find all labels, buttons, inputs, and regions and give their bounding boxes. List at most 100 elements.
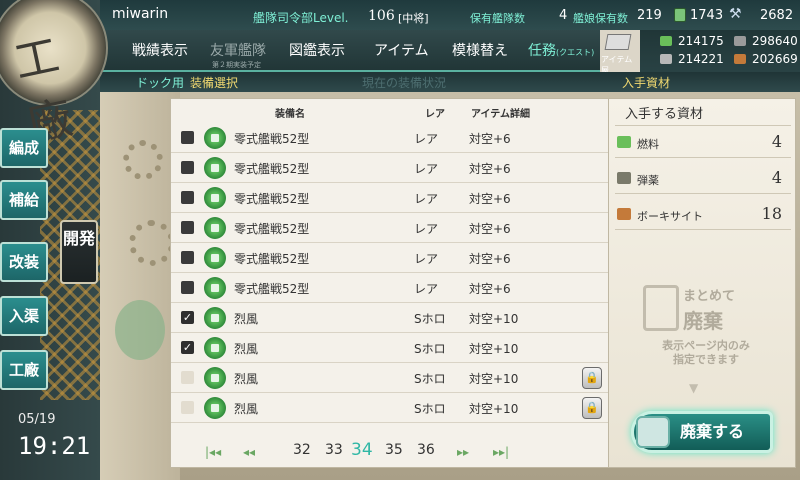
obtained-resources-panel: 入手する資材 燃料 4 弾薬 4 ボーキサイト 18 まとめて 廃棄 表示ページ… [608, 98, 796, 468]
tab-development[interactable]: 開発 [60, 220, 98, 284]
equipment-detail: 対空+6 [469, 162, 511, 176]
steel-amount: 214221 [678, 52, 724, 66]
table-row[interactable]: 零式艦戦52型 レア 対空+6 [171, 273, 611, 303]
page-number[interactable]: 33 [325, 442, 343, 458]
equipment-detail: 対空+10 [469, 342, 519, 356]
table-row[interactable]: 烈風 Sホロ 対空+10 🔒 [171, 393, 611, 423]
list-header: 装備名 レア アイテム詳細 [171, 101, 611, 121]
equipment-name: 烈風 [234, 372, 259, 386]
hq-level-value: 106 [368, 8, 395, 24]
row-checkbox[interactable] [181, 191, 194, 204]
row-checkbox[interactable]: ✓ [181, 341, 194, 354]
obtain-fuel-value: 4 [771, 132, 782, 151]
row-checkbox[interactable] [181, 131, 194, 144]
equipment-rarity: Sホロ [414, 312, 446, 326]
fairy-illustration [115, 120, 175, 420]
admiral-name: miwarin [112, 6, 169, 22]
nav-record[interactable]: 戦績表示 [132, 40, 188, 60]
table-row[interactable]: 零式艦戦52型 レア 対空+6 [171, 213, 611, 243]
col-header-rarity: レア [425, 109, 445, 120]
current-equip-label: 現在の装備状況 [362, 76, 447, 90]
bauxite-amount: 202669 [752, 52, 798, 66]
last-page-arrow[interactable]: ▸▸| [493, 445, 509, 459]
equipment-name: 零式艦戦52型 [234, 192, 310, 206]
nav-items[interactable]: アイテム [374, 40, 429, 60]
pagination: |◂◂ ◂◂ 32 33 34 35 36 ▸▸ ▸▸| [171, 439, 611, 465]
dispose-icon [636, 416, 670, 448]
table-row[interactable]: 零式艦戦52型 レア 対空+6 [171, 123, 611, 153]
dev-material-icon: ⚒ [729, 6, 742, 22]
sidebar-formation[interactable]: 編成 [0, 128, 48, 168]
divider [615, 157, 791, 158]
main-nav-bar: 戦績表示 友軍艦隊 第２期実装予定 図鑑表示 アイテム 模様替え 任務(クエスト… [100, 30, 600, 72]
fighter-equipment-icon [204, 187, 226, 209]
bauxite-icon [617, 208, 631, 220]
table-row[interactable]: 零式艦戦52型 レア 対空+6 [171, 183, 611, 213]
table-row[interactable]: 零式艦戦52型 レア 対空+6 [171, 243, 611, 273]
row-checkbox [181, 401, 194, 414]
home-port-emblem[interactable]: 工廠 [0, 0, 108, 152]
fighter-equipment-icon [204, 367, 226, 389]
dispose-button-label: 廃棄する [680, 422, 745, 441]
obtain-bauxite-value: 18 [761, 204, 782, 223]
sidebar-remodel[interactable]: 改装 [0, 242, 48, 282]
divider [615, 229, 791, 230]
equipment-detail: 対空+10 [469, 312, 519, 326]
date-display: 05/19 [18, 412, 56, 427]
nav-friend-fleet-sub: 第２期実装予定 [212, 61, 261, 69]
obtain-ammo-value: 4 [771, 168, 782, 187]
equipment-rarity: レア [414, 252, 439, 266]
lock-icon[interactable]: 🔒 [582, 367, 602, 389]
obtain-ammo-row: 弾薬 4 [617, 167, 792, 191]
obtain-ammo-label: 弾薬 [637, 174, 659, 187]
divider [615, 125, 791, 126]
row-checkbox [181, 371, 194, 384]
equipment-rarity: レア [414, 192, 439, 206]
bulk-dispose-button[interactable]: まとめて 廃棄 表示ページ内のみ 指定できます [631, 277, 781, 377]
row-checkbox[interactable]: ✓ [181, 311, 194, 324]
first-page-arrow[interactable]: |◂◂ [205, 445, 221, 459]
fighter-equipment-icon [204, 127, 226, 149]
equipment-name: 零式艦戦52型 [234, 282, 310, 296]
obtain-panel-title: 入手する資材 [625, 107, 704, 122]
sidebar-arsenal[interactable]: 工廠 [0, 350, 48, 390]
equipment-detail: 対空+6 [469, 282, 511, 296]
dev-material-count: 2682 [760, 8, 794, 23]
equip-select-label: 装備選択 [190, 76, 239, 90]
table-row[interactable]: 零式艦戦52型 レア 対空+6 [171, 153, 611, 183]
time-display: 19:21 [18, 432, 91, 460]
page-number[interactable]: 36 [417, 442, 435, 458]
fleet-count-label: 保有艦隊数 [470, 12, 525, 25]
page-number[interactable]: 35 [385, 442, 403, 458]
sidebar-repair[interactable]: 入渠 [0, 296, 48, 336]
table-row[interactable]: 烈風 Sホロ 対空+10 🔒 [171, 363, 611, 393]
prev-page-arrow[interactable]: ◂◂ [243, 445, 255, 459]
sidebar-supply[interactable]: 補給 [0, 180, 48, 220]
bucket-count: 1743 [690, 8, 724, 23]
obtained-resources-label: 入手資材 [622, 76, 671, 90]
col-header-name: 装備名 [275, 109, 305, 120]
table-row[interactable]: ✓ 烈風 Sホロ 対空+10 [171, 333, 611, 363]
dock-use-label: ドック用 [136, 76, 185, 90]
row-checkbox[interactable] [181, 221, 194, 234]
nav-library[interactable]: 図鑑表示 [289, 40, 345, 60]
table-row[interactable]: ✓ 烈風 Sホロ 対空+10 [171, 303, 611, 333]
row-checkbox[interactable] [181, 281, 194, 294]
item-shop-button[interactable]: アイテム屋 [598, 32, 640, 75]
equipment-rarity: レア [414, 132, 439, 146]
equipment-rarity: Sホロ [414, 372, 446, 386]
nav-furniture[interactable]: 模様替え [452, 40, 508, 60]
dispose-button[interactable]: 廃棄する [631, 411, 773, 453]
equipment-name: 零式艦戦52型 [234, 252, 310, 266]
nav-quest[interactable]: 任務(クエスト) [528, 40, 594, 60]
equipment-detail: 対空+6 [469, 252, 511, 266]
steel-icon [660, 54, 672, 64]
next-page-arrow[interactable]: ▸▸ [457, 445, 469, 459]
page-number[interactable]: 32 [293, 442, 311, 458]
row-checkbox[interactable] [181, 251, 194, 264]
admiral-rank: [中将] [398, 12, 429, 25]
row-checkbox[interactable] [181, 161, 194, 174]
lock-icon[interactable]: 🔒 [582, 397, 602, 419]
page-number-current[interactable]: 34 [351, 440, 373, 460]
shipgirl-count-label: 艦娘保有数 [573, 12, 628, 25]
